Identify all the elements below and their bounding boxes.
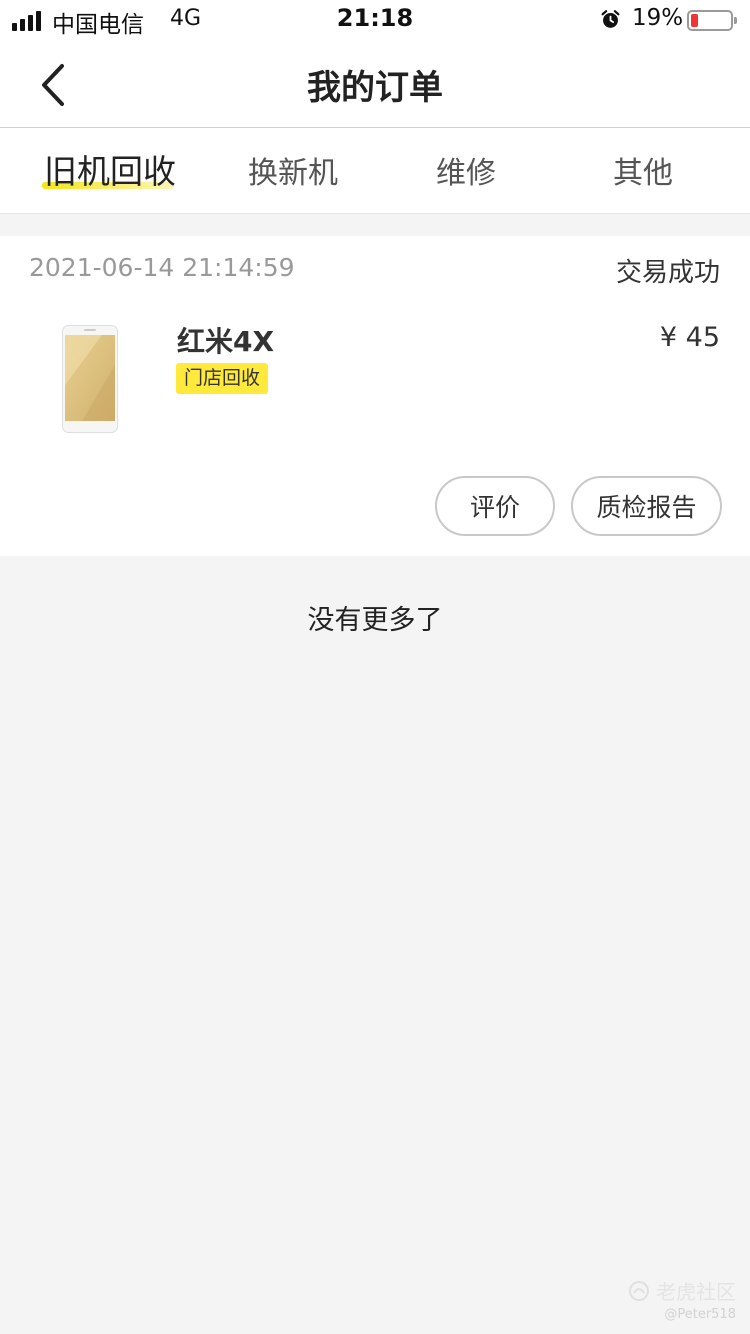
battery-percent: 19% bbox=[632, 5, 684, 31]
tab-recycle[interactable]: 旧机回收 bbox=[44, 145, 176, 193]
network-type: 4G bbox=[170, 6, 202, 31]
recycle-type-badge: 门店回收 bbox=[176, 363, 269, 394]
list-end-text: 没有更多了 bbox=[307, 605, 443, 636]
carrier-name: 中国电信 bbox=[52, 12, 144, 38]
nav-bar: 我的订单 bbox=[0, 40, 750, 128]
product-name: 红米4X bbox=[177, 325, 275, 358]
watermark-brand: 老虎社区 bbox=[656, 1280, 736, 1304]
signal-icon bbox=[12, 11, 41, 31]
tab-new-phone[interactable]: 换新机 bbox=[248, 148, 338, 192]
tab-repair[interactable]: 维修 bbox=[436, 148, 496, 192]
battery-icon bbox=[687, 10, 737, 31]
watermark-user: @Peter518 bbox=[664, 1307, 736, 1322]
status-bar: 中国电信 4G 21:18 19% bbox=[0, 0, 750, 40]
order-price: ¥ 45 bbox=[659, 322, 720, 353]
watermark: 老虎社区 bbox=[628, 1276, 736, 1305]
product-image bbox=[62, 325, 118, 433]
rate-button[interactable]: 评价 bbox=[435, 476, 555, 536]
inspection-report-button[interactable]: 质检报告 bbox=[571, 476, 722, 536]
alarm-clock-icon bbox=[601, 10, 620, 28]
order-status: 交易成功 bbox=[615, 258, 720, 288]
order-card[interactable]: 2021-06-14 21:14:59 交易成功 红米4X 门店回收 ¥ 45 … bbox=[0, 236, 750, 556]
order-datetime: 2021-06-14 21:14:59 bbox=[29, 253, 295, 282]
community-logo-icon bbox=[629, 1280, 649, 1301]
page-title: 我的订单 bbox=[307, 68, 443, 108]
chevron-left-icon[interactable] bbox=[32, 60, 76, 110]
order-tabs: 旧机回收 换新机 维修 其他 bbox=[0, 128, 750, 214]
tab-other[interactable]: 其他 bbox=[613, 148, 673, 192]
battery-level bbox=[691, 14, 698, 27]
